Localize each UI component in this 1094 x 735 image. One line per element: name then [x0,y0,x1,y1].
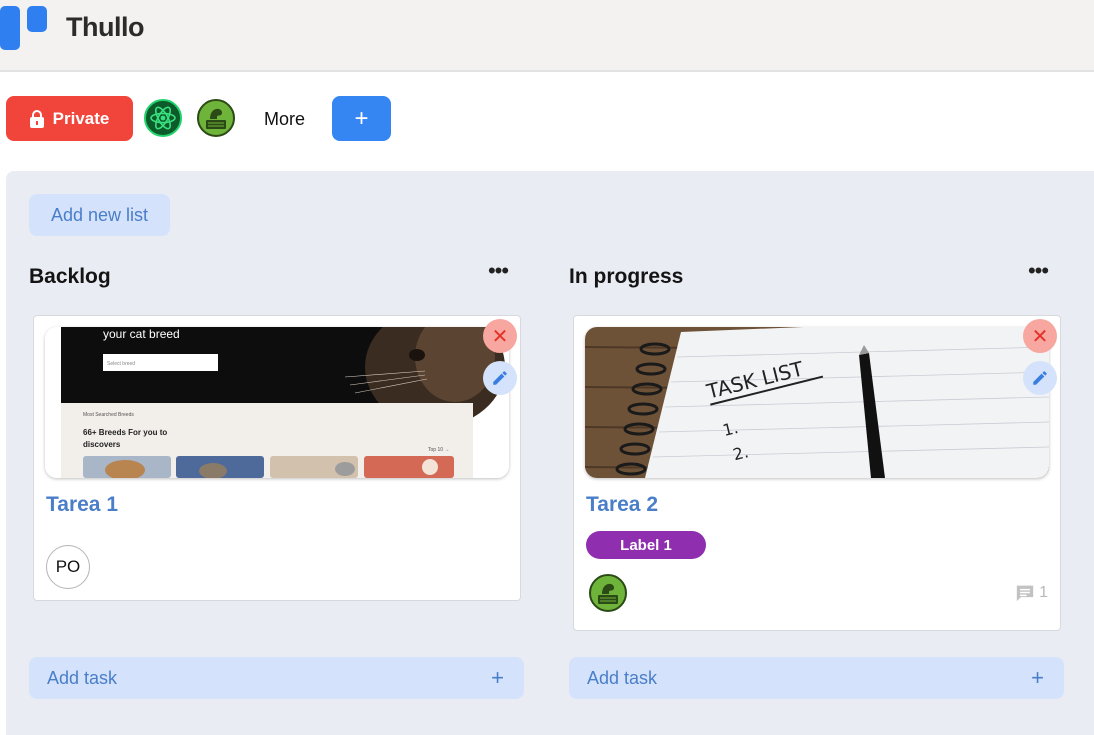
avatar[interactable]: PO [46,545,90,589]
dragon-icon [206,108,226,129]
lock-icon [29,109,44,128]
plus-icon: + [491,665,504,690]
add-task-button[interactable]: Add task + [569,657,1064,699]
visibility-label: Private [52,108,110,128]
avatar[interactable] [589,574,627,612]
pencil-icon [1033,371,1047,385]
svg-text:your cat breed: your cat breed [103,327,180,341]
svg-text:Most Searched Breeds: Most Searched Breeds [83,412,134,418]
member-avatar-react[interactable] [144,99,182,137]
comment-icon [1016,585,1034,602]
more-icon[interactable]: ••• [1023,260,1053,289]
delete-card-button[interactable]: ✕ [483,319,517,353]
edit-card-button[interactable] [1023,361,1057,395]
react-icon [150,106,176,130]
close-icon: ✕ [491,325,509,348]
more-icon[interactable]: ••• [483,260,513,289]
add-member-button[interactable]: + [332,96,391,141]
board-toolbar: Private More + [6,96,506,141]
card-title[interactable]: Tarea 2 [586,493,658,517]
dragon-icon [598,583,618,604]
close-icon: ✕ [1031,325,1049,348]
plus-icon: + [1031,665,1044,690]
more-button[interactable]: More [264,109,305,130]
card-cover-image: TASK LIST 1. 2. [585,327,1049,478]
task-card[interactable]: TASK LIST 1. 2. ✕ Tarea 2 Label 1 1 [573,315,1061,631]
svg-text:Select breed: Select breed [107,361,135,367]
task-card[interactable]: your cat breed Select breed Most Searche… [33,315,521,601]
member-avatar-dragon[interactable] [197,99,235,137]
list-title: In progress [569,265,684,288]
edit-card-button[interactable] [483,361,517,395]
add-task-label: Add task [587,668,658,688]
add-task-button[interactable]: Add task + [29,657,524,699]
svg-text:66+ Breeds For you to: 66+ Breeds For you to [83,428,167,437]
add-task-label: Add task [47,668,118,688]
delete-card-button[interactable]: ✕ [1023,319,1057,353]
list-title: Backlog [29,265,111,288]
plus-icon: + [354,104,369,132]
card-cover-image: your cat breed Select breed Most Searche… [45,327,509,478]
label-badge: Label 1 [586,531,706,559]
app-header: Thullo [0,0,1094,72]
svg-text:Top 10 →: Top 10 → [428,447,449,453]
comment-count[interactable]: 1 [1015,584,1048,602]
logo-icon[interactable] [0,6,50,50]
board: Add new list Backlog ••• your cat breed … [6,171,1094,735]
add-list-button[interactable]: Add new list [29,194,170,236]
app-title: Thullo [66,12,144,42]
visibility-button[interactable]: Private [6,96,133,141]
pencil-icon [493,371,507,385]
comment-count-value: 1 [1039,584,1048,601]
svg-text:discovers: discovers [83,440,121,449]
card-title[interactable]: Tarea 1 [46,493,118,517]
